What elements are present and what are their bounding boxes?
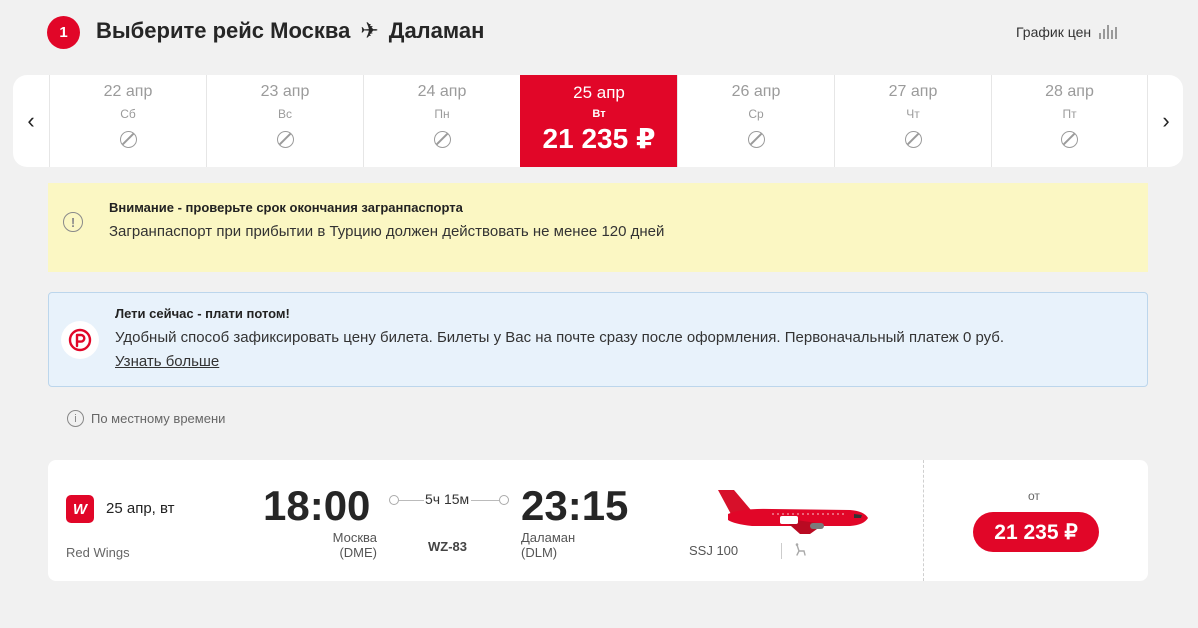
date-tab-22[interactable]: 22 апр Сб xyxy=(49,75,206,167)
no-flights-icon xyxy=(747,131,765,148)
airline-name: Red Wings xyxy=(66,545,130,560)
date-tab-25-selected[interactable]: 25 апр Вт 21 235 ₽ xyxy=(520,75,677,167)
departure-city: Москва xyxy=(332,530,377,545)
date-tab-24[interactable]: 24 апр Пн xyxy=(363,75,520,167)
pay-later-logo-icon xyxy=(61,321,99,359)
date-label: 26 апр xyxy=(731,83,781,100)
flight-date: 25 апр, вт xyxy=(106,500,175,517)
date-label: 28 апр xyxy=(1045,83,1094,100)
departure-time: 18:00 xyxy=(263,482,371,529)
date-tab-23[interactable]: 23 апр Вс xyxy=(206,75,363,167)
weekday-label: Вс xyxy=(277,107,292,121)
chevron-left-icon: ‹ xyxy=(27,108,35,133)
date-label: 27 апр xyxy=(888,83,938,100)
warning-text: Загранпаспорт при прибытии в Турцию долж… xyxy=(109,223,665,240)
learn-more-link[interactable]: Узнать больше xyxy=(115,353,219,370)
airplane-icon: ✈ xyxy=(360,18,379,43)
weekday-label: Пт xyxy=(1062,107,1077,121)
flight-number: WZ-83 xyxy=(428,539,467,554)
aircraft-image xyxy=(718,490,868,534)
price-from-label: от xyxy=(1028,489,1040,503)
step-number-badge: 1 xyxy=(47,16,80,49)
prev-dates-button[interactable]: ‹ xyxy=(13,75,49,167)
departure-airport-code: (DME) xyxy=(339,545,377,560)
page-title: Выберите рейс Москва ✈ Даламан xyxy=(96,18,484,44)
arrival-time: 23:15 xyxy=(521,482,629,529)
weekday-label: Пн xyxy=(434,107,450,121)
date-label: 25 апр xyxy=(573,83,625,102)
divider xyxy=(781,543,782,559)
title-destination: Даламан xyxy=(388,18,485,43)
exclamation-icon: ! xyxy=(63,212,83,232)
select-flight-price-button[interactable]: 21 235 ₽ xyxy=(973,512,1099,552)
next-dates-button[interactable]: › xyxy=(1148,75,1183,167)
passport-warning-banner: ! Внимание - проверьте срок окончания за… xyxy=(48,183,1148,272)
local-time-label: По местному времени xyxy=(91,411,226,426)
flight-card[interactable]: W 25 апр, вт Red Wings 18:00 Москва (DME… xyxy=(48,460,1148,581)
arrival-city: Даламан xyxy=(521,530,576,545)
date-label: 24 апр xyxy=(417,83,467,100)
date-tab-27[interactable]: 27 апр Чт xyxy=(834,75,991,167)
red-wings-logo-icon: W xyxy=(66,495,94,523)
promo-text: Удобный способ зафиксировать цену билета… xyxy=(115,329,1005,346)
price-graph-label: График цен xyxy=(1016,24,1092,40)
date-tab-28[interactable]: 28 апр Пт xyxy=(991,75,1148,167)
title-origin: Выберите рейс Москва xyxy=(96,18,351,43)
flight-duration: 5ч 15м xyxy=(425,491,470,507)
price-graph-button[interactable]: График цен xyxy=(1016,24,1118,40)
info-icon: i xyxy=(67,410,84,427)
aircraft-type: SSJ 100 xyxy=(689,543,739,558)
date-label: 23 апр xyxy=(260,83,310,100)
price-divider xyxy=(923,460,924,581)
no-flights-icon xyxy=(119,131,137,148)
local-time-note: i По местному времени xyxy=(67,410,225,427)
date-tab-26[interactable]: 26 апр Ср xyxy=(677,75,834,167)
weekday-label: Ср xyxy=(748,107,764,121)
no-flights-icon xyxy=(904,131,922,148)
no-flights-icon xyxy=(433,131,451,148)
date-price: 21 235 ₽ xyxy=(542,123,656,154)
arrival-airport-code: (DLM) xyxy=(521,545,558,560)
bar-chart-icon xyxy=(1099,25,1118,39)
seat-icon xyxy=(793,543,807,560)
weekday-label: Чт xyxy=(906,107,920,121)
no-flights-icon xyxy=(1061,131,1078,148)
pay-later-banner: Лети сейчас - плати потом! Удобный спосо… xyxy=(48,292,1148,387)
promo-title: Лети сейчас - плати потом! xyxy=(115,306,290,321)
weekday-label: Вт xyxy=(592,108,606,120)
chevron-right-icon: › xyxy=(1162,108,1170,133)
date-strip: ‹ 22 апр Сб 23 апр Вс 24 апр Пн 25 апр В… xyxy=(13,75,1183,167)
date-label: 22 апр xyxy=(103,83,153,100)
weekday-label: Сб xyxy=(120,107,136,121)
warning-title: Внимание - проверьте срок окончания загр… xyxy=(109,200,463,215)
no-flights-icon xyxy=(276,131,294,148)
date-list: 22 апр Сб 23 апр Вс 24 апр Пн 25 апр Вт … xyxy=(49,75,1148,167)
